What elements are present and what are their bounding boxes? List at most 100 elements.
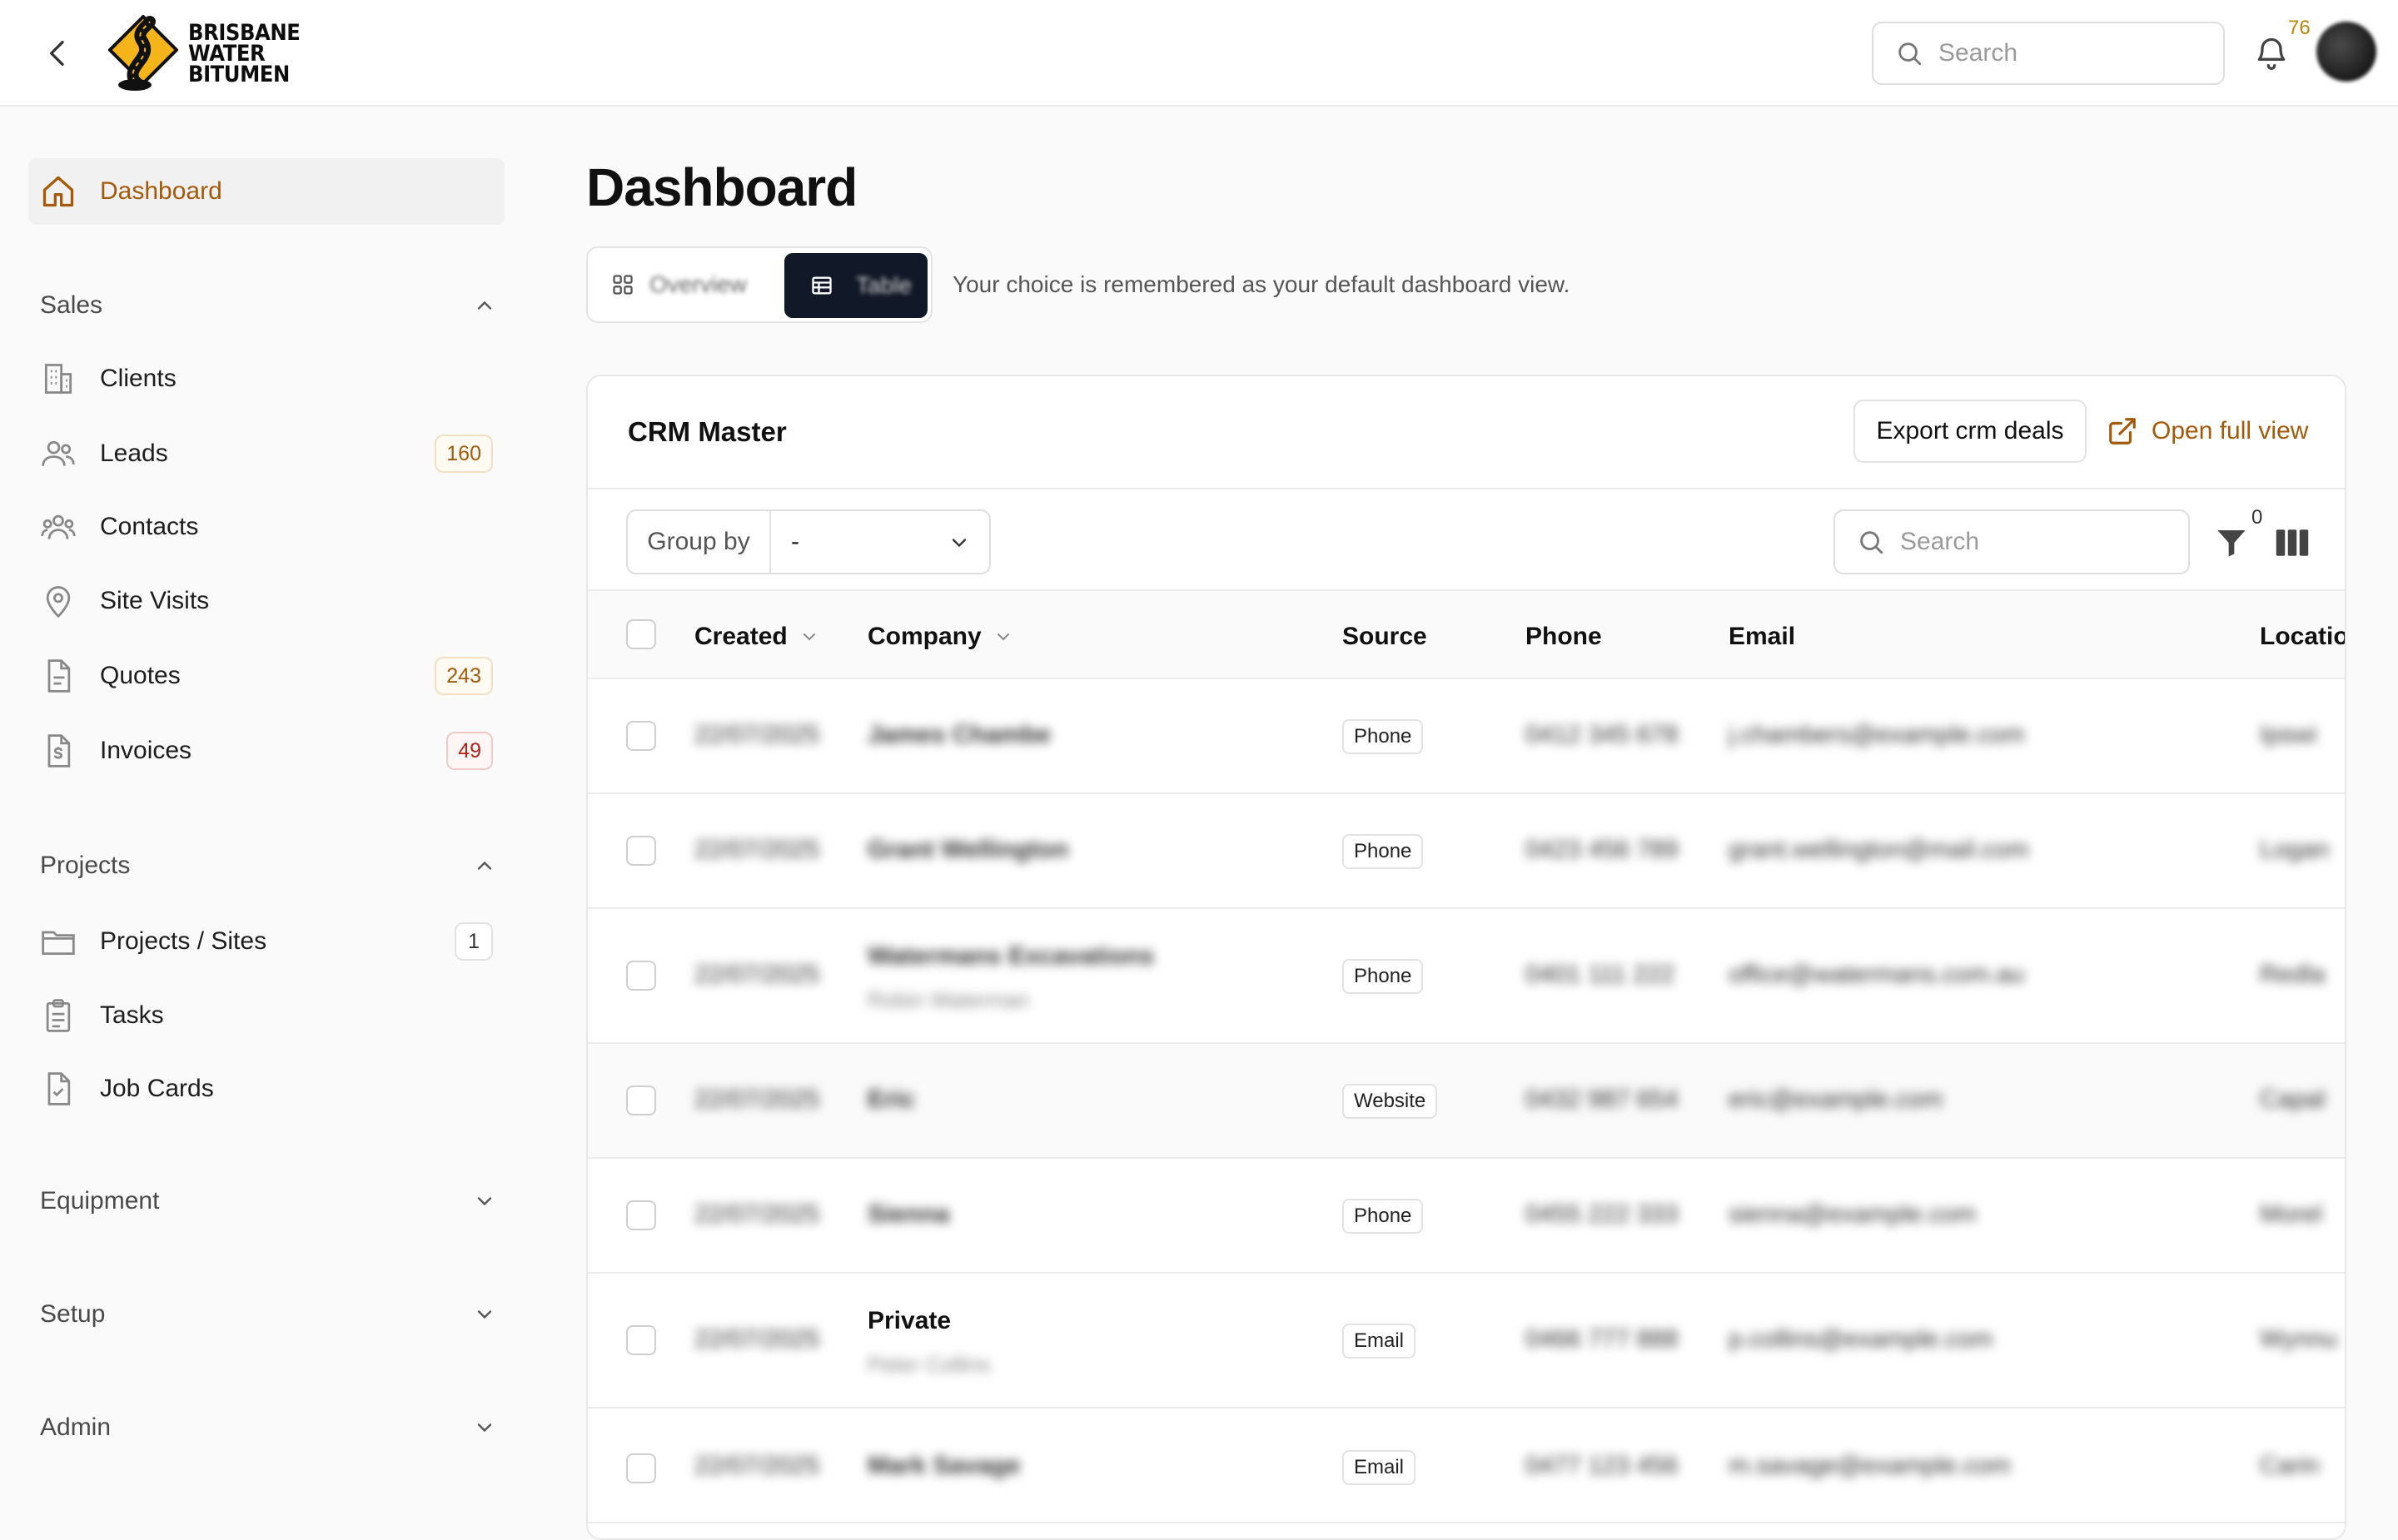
sidebar-item-contacts[interactable]: Contacts [28, 494, 505, 560]
source-badge: Phone [1342, 719, 1424, 754]
table-row[interactable]: 22/07/2025 Grant Wellington Phone 0423 4… [588, 794, 2345, 909]
sidebar-item-projects-sites[interactable]: Projects / Sites 1 [28, 908, 505, 975]
sidebar-item-label: Clients [100, 365, 177, 392]
chevron-down-icon [477, 1423, 492, 1433]
table-view-label: Table [856, 272, 912, 298]
road-sign-icon [108, 15, 178, 91]
document-icon [47, 659, 71, 693]
column-header-source[interactable]: Source [1342, 623, 1427, 651]
source-badge: Website [1342, 1084, 1438, 1119]
table-row[interactable]: 22/07/2025 James Chambe Phone 0412 345 6… [588, 679, 2345, 794]
table-row[interactable]: 22/07/2025 Eric Website 0432 987 654 eri… [588, 1044, 2345, 1159]
building-icon [44, 364, 72, 394]
email-cell: grant.wellington@mail.com [1729, 836, 2029, 863]
source-badge: Phone [1342, 1199, 1424, 1234]
contacts-icon [41, 514, 76, 539]
user-avatar[interactable] [2316, 22, 2376, 82]
sidebar-item-tasks[interactable]: Tasks [28, 982, 505, 1049]
sidebar-item-leads[interactable]: Leads 160 [28, 420, 505, 487]
source-badge: Phone [1342, 834, 1424, 869]
chevron-down-icon [952, 539, 967, 548]
company-cell[interactable]: Sienna [868, 1200, 949, 1229]
sidebar-item-quotes[interactable]: Quotes 243 [28, 643, 505, 709]
sidebar-item-label: Job Cards [100, 1075, 214, 1102]
open-full-view-link[interactable]: Open full view [2107, 413, 2308, 450]
group-by-select[interactable]: Group by - [626, 509, 991, 574]
row-checkbox[interactable] [626, 721, 656, 751]
location-cell: Wynnu [2260, 1325, 2338, 1353]
group-by-value: - [791, 528, 799, 555]
section-toggle-sales[interactable]: Sales [40, 281, 496, 330]
column-header-email[interactable]: Email [1729, 623, 1795, 651]
overview-view-button[interactable]: Overview [611, 268, 747, 301]
row-checkbox[interactable] [626, 961, 656, 991]
filter-icon[interactable] [2215, 524, 2248, 561]
company-cell[interactable]: Mark Savage [868, 1452, 1020, 1480]
search-icon [1860, 531, 1883, 554]
table-row[interactable]: 22/07/2025 Watermans Excavations Robin W… [588, 909, 2345, 1044]
row-checkbox[interactable] [626, 1200, 656, 1230]
company-logo[interactable]: BRISBANE WATER BITUMEN [108, 15, 312, 92]
section-toggle-equipment[interactable]: Equipment [40, 1176, 496, 1226]
row-checkbox[interactable] [626, 1325, 656, 1355]
table-row[interactable]: 22/07/2025 Mark Savage Email 0477 123 45… [588, 1408, 2345, 1523]
sidebar-item-job-cards[interactable]: Job Cards [28, 1056, 505, 1122]
filter-count: 0 [2251, 506, 2263, 529]
sidebar-item-label: Dashboard [100, 177, 222, 205]
company-cell[interactable]: Grant Wellington [868, 836, 1068, 864]
section-title: Admin [40, 1413, 112, 1441]
email-cell: j.chambers@example.com [1729, 721, 2025, 748]
table-search-input[interactable]: Search [1833, 509, 2190, 574]
page-title: Dashboard [586, 157, 858, 217]
sidebar-item-label: Invoices [100, 737, 192, 764]
company-cell[interactable]: Private [868, 1307, 951, 1335]
table-row[interactable]: 22/07/2025 Private Peter Collins Email 0… [588, 1274, 2345, 1408]
back-arrow-icon[interactable] [42, 37, 75, 70]
invoices-count-badge: 49 [446, 732, 493, 770]
section-toggle-setup[interactable]: Setup [40, 1289, 496, 1339]
chevron-down-icon [803, 633, 815, 641]
global-search-input[interactable]: Search [1872, 22, 2225, 85]
row-checkbox[interactable] [626, 836, 656, 866]
phone-cell: 0401 111 222 [1525, 961, 1675, 988]
column-header-phone[interactable]: Phone [1525, 623, 1602, 651]
row-checkbox[interactable] [626, 1453, 656, 1483]
company-subtitle: Peter Collins [868, 1352, 991, 1377]
phone-cell: 0412 345 678 [1525, 721, 1679, 748]
company-cell[interactable]: Eric [868, 1085, 915, 1114]
sidebar-item-label: Site Visits [100, 587, 210, 614]
chevron-up-icon [477, 301, 492, 310]
column-header-location[interactable]: Location [2260, 623, 2345, 651]
chevron-down-icon [997, 633, 1009, 641]
email-cell: office@watermans.com.au [1729, 961, 2025, 988]
company-cell[interactable]: Watermans Excavations [868, 942, 1154, 971]
sidebar-item-dashboard[interactable]: Dashboard [28, 158, 505, 225]
top-bar: BRISBANE WATER BITUMEN Search 76 [0, 0, 2398, 107]
table-row[interactable]: 22/07/2025 Sienna Phone 0455 222 333 sie… [588, 1159, 2345, 1274]
columns-icon[interactable] [2275, 528, 2310, 558]
row-checkbox[interactable] [626, 1085, 656, 1115]
quotes-count-badge: 243 [435, 657, 493, 695]
sidebar-item-label: Contacts [100, 513, 199, 540]
view-toggle: Overview Table [586, 246, 933, 323]
section-title: Projects [40, 852, 131, 879]
sidebar-item-invoices[interactable]: Invoices 49 [28, 718, 505, 784]
section-toggle-admin[interactable]: Admin [40, 1403, 496, 1453]
select-all-checkbox[interactable] [626, 619, 656, 649]
source-badge: Email [1342, 1324, 1416, 1359]
bell-icon[interactable] [2253, 35, 2290, 72]
company-cell[interactable]: James Chambe [868, 721, 1051, 749]
open-full-view-label: Open full view [2152, 417, 2309, 445]
sidebar-item-clients[interactable]: Clients [28, 345, 505, 412]
section-toggle-projects[interactable]: Projects [40, 841, 496, 891]
export-crm-deals-button[interactable]: Export crm deals [1853, 400, 2087, 463]
leads-count-badge: 160 [435, 435, 493, 473]
sidebar-item-site-visits[interactable]: Site Visits [28, 568, 505, 634]
location-cell: Ipswi [2260, 721, 2317, 748]
table-header: Created Company Source Phone Email Locat… [588, 589, 2345, 679]
source-badge: Phone [1342, 959, 1424, 994]
phone-cell: 0455 222 333 [1525, 1200, 1679, 1228]
column-header-created[interactable]: Created [694, 623, 819, 651]
table-view-button[interactable]: Table [784, 253, 928, 318]
column-header-company[interactable]: Company [868, 623, 1013, 651]
